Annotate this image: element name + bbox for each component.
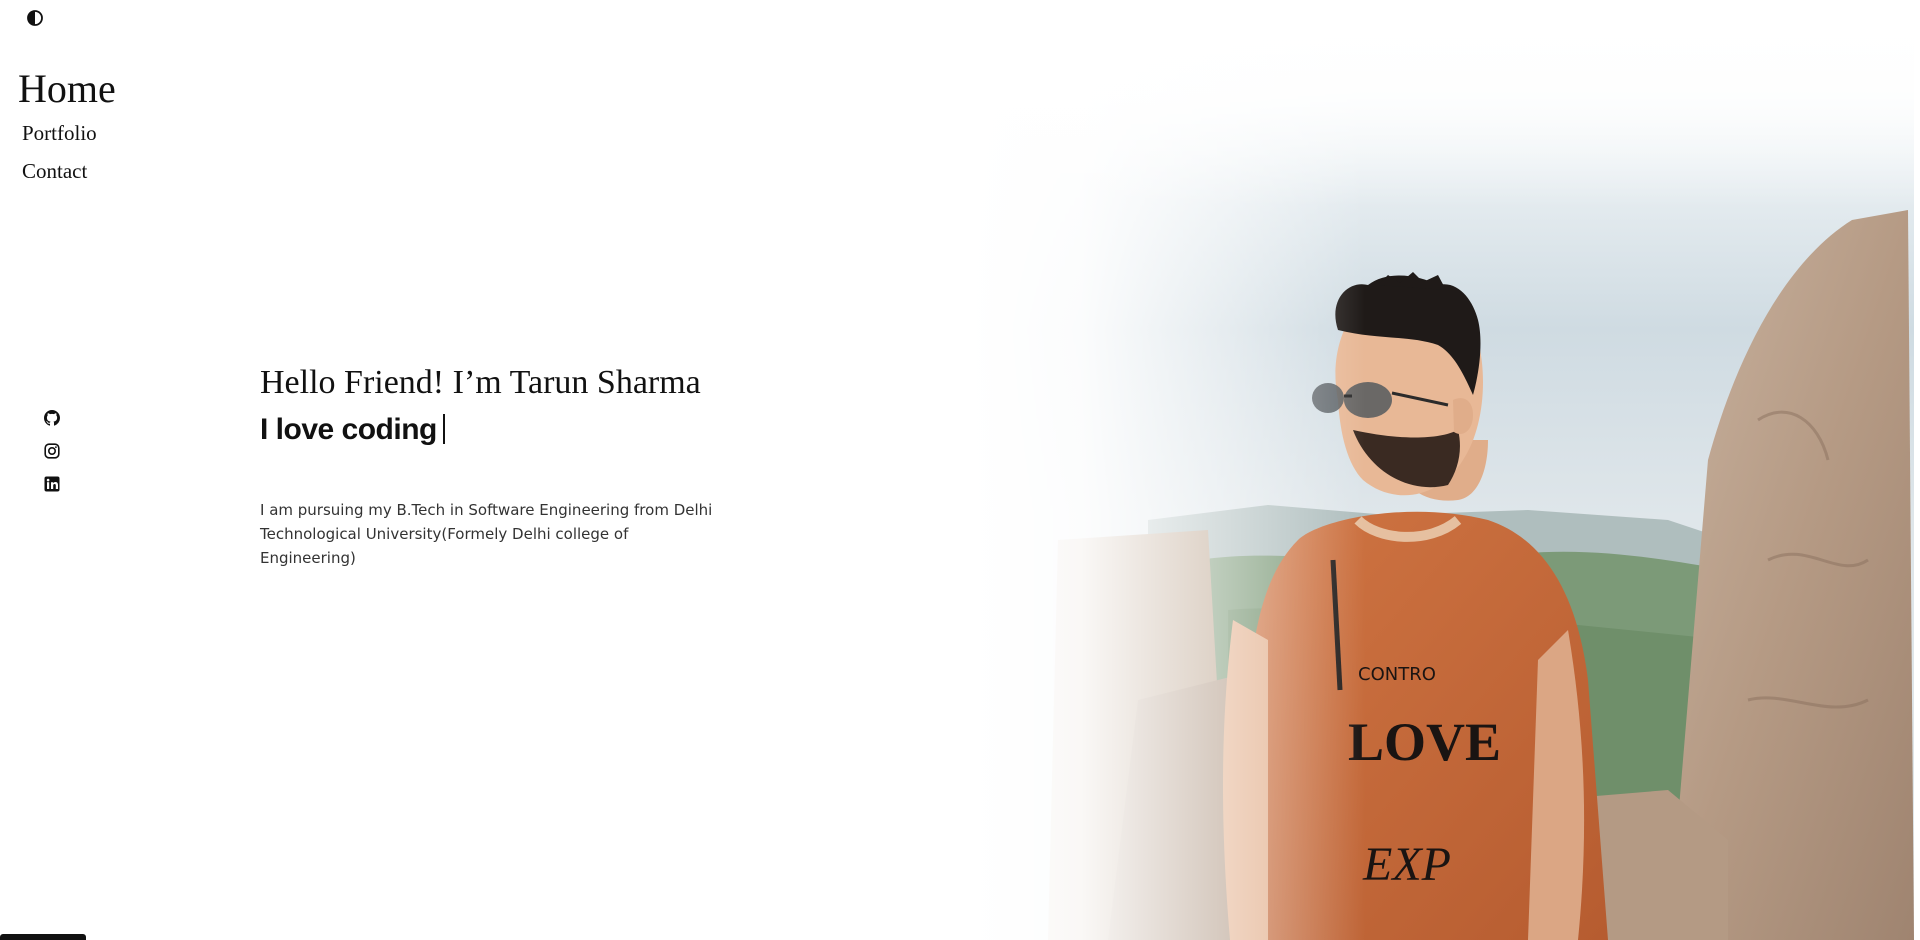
social-links [44, 410, 60, 509]
linkedin-icon [44, 476, 60, 492]
hero-tagline: I love coding [260, 413, 437, 446]
typing-cursor [442, 414, 445, 444]
linkedin-link[interactable] [44, 476, 60, 492]
profile-photo-illustration: LOVE EXP CONTRO [968, 0, 1914, 940]
page: Home Portfolio Contact Hello Friend! I’m… [0, 0, 1920, 940]
theme-toggle-button[interactable] [25, 8, 45, 28]
hero-bio: I am pursuing my B.Tech in Software Engi… [260, 501, 713, 567]
half-circle-contrast-icon [27, 10, 43, 26]
github-icon [44, 410, 60, 426]
bottom-bar [0, 934, 86, 940]
hero-greeting: Hello Friend! I’m Tarun Sharma [260, 364, 701, 401]
hero-section: Hello Friend! I’m Tarun Sharma I love co… [260, 358, 720, 585]
main-nav: Home Portfolio Contact [18, 64, 116, 190]
nav-contact-link[interactable]: Contact [22, 152, 116, 190]
instagram-icon [44, 443, 60, 459]
hero-tagline-wrapper: I love coding [260, 408, 720, 452]
nav-home-link[interactable]: Home [18, 64, 116, 114]
profile-photo: LOVE EXP CONTRO [968, 0, 1914, 940]
instagram-link[interactable] [44, 443, 60, 459]
nav-portfolio-link[interactable]: Portfolio [22, 114, 116, 152]
github-link[interactable] [44, 410, 60, 426]
